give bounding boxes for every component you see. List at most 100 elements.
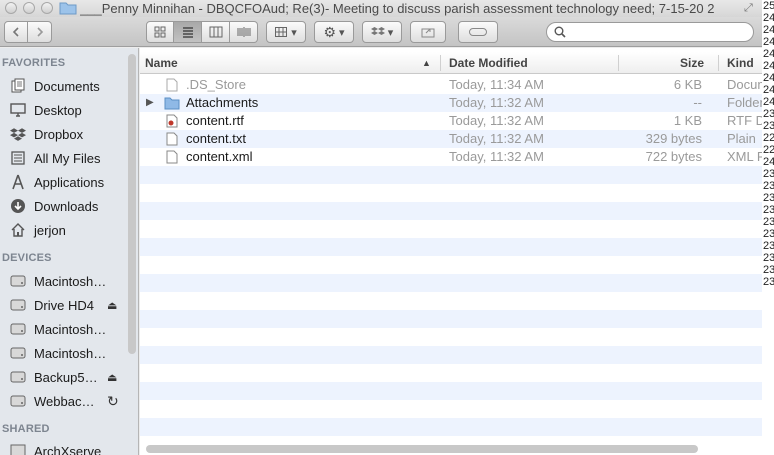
empty-row [140, 364, 762, 382]
file-row-attachments[interactable]: ▶ Attachments Today, 11:32 AM -- Folder [140, 94, 762, 112]
column-view-button[interactable] [202, 21, 230, 43]
sidebar-item-webbac[interactable]: Webbac… ↻ [8, 390, 128, 412]
fullscreen-icon[interactable]: ⤢ [744, 2, 753, 15]
sidebar-scrollbar[interactable] [128, 54, 136, 354]
file-kind: Plain [727, 131, 756, 146]
search-field[interactable] [546, 22, 754, 42]
sidebar-item-dropbox[interactable]: Dropbox [8, 123, 128, 145]
file-row-content-xml[interactable]: content.xml Today, 11:32 AM 722 bytes XM… [140, 148, 762, 166]
background-text-fragment: 23 [763, 228, 774, 240]
file-row-content-rtf[interactable]: content.rtf Today, 11:32 AM 1 KB RTF D [140, 112, 762, 130]
back-forward-control [4, 21, 52, 43]
icon-view-icon [154, 26, 166, 38]
arrange-grid-icon [275, 27, 288, 37]
empty-row [140, 184, 762, 202]
file-size: 329 bytes [645, 131, 702, 146]
sidebar-item-documents[interactable]: Documents [8, 75, 128, 97]
chevron-left-icon [12, 27, 19, 37]
arrange-button[interactable]: ▾ [266, 21, 306, 43]
column-header-kind[interactable]: Kind [727, 56, 754, 70]
column-divider[interactable] [718, 55, 719, 71]
tags-button[interactable] [458, 21, 498, 43]
sidebar-item-macintosh-3[interactable]: Macintosh… [8, 342, 128, 364]
empty-row [140, 400, 762, 418]
sidebar-item-label: Drive HD4 [34, 297, 94, 313]
file-row-ds-store[interactable]: .DS_Store Today, 11:34 AM 6 KB Docum [140, 76, 762, 94]
column-header-date-modified[interactable]: Date Modified [449, 56, 528, 70]
background-window-text: 25 24 24 24 24 24 24 24 24 23 23 22 22 24 23 23 23 23 23 23… [763, 0, 774, 455]
eject-icon[interactable]: ⏏ [107, 371, 117, 384]
background-text-fragment: 24 [763, 72, 774, 84]
empty-row [140, 220, 762, 238]
action-button[interactable]: ⚙ ▾ [314, 21, 354, 43]
sidebar-item-downloads[interactable]: Downloads [8, 195, 128, 217]
empty-row [140, 292, 762, 310]
folder-icon [59, 2, 77, 15]
coverflow-view-button[interactable] [230, 21, 258, 43]
sidebar-item-all-my-files[interactable]: All My Files [8, 147, 128, 169]
forward-button[interactable] [28, 21, 52, 43]
sidebar-item-backup5[interactable]: Backup5… ⏏ [8, 366, 128, 388]
list-view-button[interactable] [174, 21, 202, 43]
dropbox-icon [370, 27, 385, 35]
empty-row [140, 346, 762, 364]
drive-icon [8, 344, 28, 362]
background-text-fragment: 24 [763, 36, 774, 48]
sidebar-item-macintosh-2[interactable]: Macintosh… [8, 318, 128, 340]
column-divider[interactable] [440, 55, 441, 71]
file-row-content-txt[interactable]: content.txt Today, 11:32 AM 329 bytes Pl… [140, 130, 762, 148]
column-header-name[interactable]: Name [145, 56, 178, 70]
empty-row [140, 274, 762, 292]
empty-row [140, 166, 762, 184]
sidebar-item-desktop[interactable]: Desktop [8, 99, 128, 121]
sidebar-item-applications[interactable]: Applications [8, 171, 128, 193]
background-text-fragment: 23 [763, 204, 774, 216]
drive-icon [8, 272, 28, 290]
minimize-button[interactable] [23, 2, 35, 14]
background-text-fragment: 24 [763, 24, 774, 36]
background-text-fragment: 24 [763, 84, 774, 96]
file-name: content.rtf [186, 113, 244, 128]
dropbox-button[interactable]: ▾ [362, 21, 402, 43]
home-icon [8, 221, 28, 239]
background-text-fragment: 23 [763, 240, 774, 252]
search-icon [554, 26, 566, 38]
toolbar: ▾ ⚙ ▾ ▾ [0, 17, 762, 47]
file-size: 1 KB [673, 113, 702, 128]
drive-icon [8, 368, 28, 386]
column-header-size[interactable]: Size [680, 56, 704, 70]
back-button[interactable] [4, 21, 28, 43]
file-name: .DS_Store [186, 77, 246, 92]
eject-icon[interactable]: ⏏ [107, 299, 117, 312]
window-title: ___Penny Minnihan - DBQCFOAud; Re(3)- Me… [80, 1, 715, 16]
zoom-button[interactable] [41, 2, 53, 14]
close-button[interactable] [5, 2, 17, 14]
background-text-fragment: 23 [763, 120, 774, 132]
disclosure-triangle-icon[interactable]: ▶ [146, 94, 154, 112]
chevron-right-icon [36, 27, 43, 37]
chevron-down-icon: ▾ [387, 26, 394, 39]
file-date: Today, 11:32 AM [449, 131, 544, 146]
column-divider[interactable] [618, 55, 619, 71]
file-date: Today, 11:32 AM [449, 113, 544, 128]
background-text-fragment: 23 [763, 216, 774, 228]
background-text-fragment: 24 [763, 48, 774, 60]
sidebar-item-macintosh-1[interactable]: Macintosh… [8, 270, 128, 292]
list-view-icon [182, 27, 193, 38]
horizontal-scrollbar[interactable] [146, 445, 698, 453]
icon-view-button[interactable] [146, 21, 174, 43]
background-text-fragment: 23 [763, 108, 774, 120]
sidebar-item-drive-hd4[interactable]: Drive HD4 ⏏ [8, 294, 128, 316]
background-text-fragment: 24 [763, 12, 774, 24]
title-bar[interactable]: ___Penny Minnihan - DBQCFOAud; Re(3)- Me… [0, 0, 762, 17]
share-button[interactable] [410, 21, 446, 43]
empty-row [140, 238, 762, 256]
sidebar-item-label: All My Files [34, 150, 101, 166]
sidebar-item-label: Macintosh… [34, 345, 107, 361]
sidebar-item-label: Documents [34, 78, 100, 94]
server-icon [8, 442, 28, 455]
sidebar-item-archxserve[interactable]: ArchXserve [8, 440, 128, 455]
sync-icon[interactable]: ↻ [107, 393, 119, 410]
sidebar-item-jerjon[interactable]: jerjon [8, 219, 128, 241]
background-text-fragment: 24 [763, 156, 774, 168]
